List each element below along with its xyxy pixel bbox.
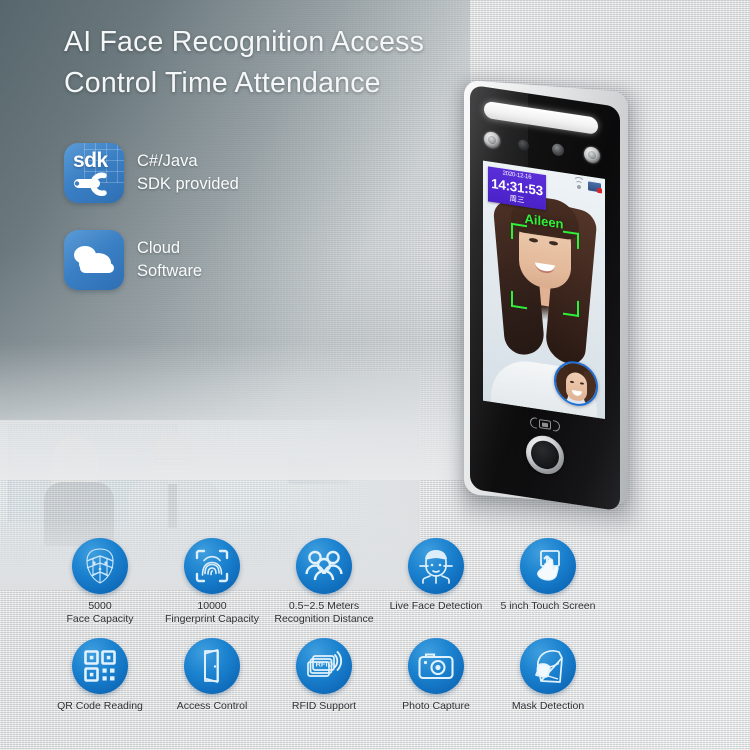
feature-name: Fingerprint Capacity	[165, 613, 259, 625]
feature-value: 0.5~2.5 Meters	[288, 600, 360, 612]
fingerprint-icon	[184, 538, 240, 594]
feature-label: Photo Capture	[380, 700, 492, 713]
feature-label: QR Code Reading	[44, 700, 156, 713]
qr-code-icon	[72, 638, 128, 694]
page-title: AI Face Recognition Access Control Time …	[64, 22, 494, 104]
face-recognition-terminal: 2020-12-16 14:31:53 周三 Aileen	[452, 72, 652, 532]
feature-label: 10000 Fingerprint Capacity	[156, 600, 268, 626]
feature-value: 5000	[88, 600, 112, 612]
device-front-panel: 2020-12-16 14:31:53 周三 Aileen	[470, 84, 620, 512]
product-banner: AI Face Recognition Access Control Time …	[0, 0, 750, 750]
feature-access-control: Access Control	[156, 638, 268, 713]
feature-name: Live Face Detection	[389, 600, 483, 612]
door-icon	[184, 638, 240, 694]
svg-text:RFID: RFID	[316, 660, 334, 669]
touch-screen-icon	[520, 538, 576, 594]
face-mesh-icon	[72, 538, 128, 594]
badge-sdk-line2: SDK provided	[137, 175, 239, 193]
feature-name: Mask Detection	[511, 700, 585, 712]
feature-name: Access Control	[176, 700, 248, 712]
feature-recognition-distance: 0.5~2.5 Meters Recognition Distance	[268, 538, 380, 626]
feature-label: Live Face Detection	[380, 600, 492, 613]
feature-name: Photo Capture	[402, 700, 470, 712]
live-face-icon	[408, 538, 464, 594]
badge-cloud-line2: Software	[137, 262, 203, 280]
camera-lens-left	[518, 138, 529, 152]
feature-label: Mask Detection	[492, 700, 604, 713]
feature-touch-screen: 5 inch Touch Screen	[492, 538, 604, 626]
feature-name: 5 inch Touch Screen	[500, 600, 596, 612]
feature-photo-capture: Photo Capture	[380, 638, 492, 713]
feature-label: 5000 Face Capacity	[44, 600, 156, 626]
badge-sdk-text: C#/Java SDK provided	[137, 150, 239, 196]
feature-mask-detection: Mask Detection	[492, 638, 604, 713]
feature-name: Recognition Distance	[274, 613, 374, 625]
face-mask-icon	[520, 638, 576, 694]
feature-grid: 5000 Face Capacity 10000 Fingerprint Cap…	[44, 538, 716, 713]
feature-name: RFID Support	[291, 700, 357, 712]
feature-label: 5 inch Touch Screen	[492, 600, 604, 613]
feature-label: 0.5~2.5 Meters Recognition Distance	[268, 600, 380, 626]
camera-lens-right	[552, 142, 564, 157]
badge-sdk: sdk C#/Java SDK provided	[64, 143, 239, 203]
badge-cloud-text: Cloud Software	[137, 237, 202, 283]
face-detection-box	[511, 222, 579, 318]
feature-live-face-detection: Live Face Detection	[380, 538, 492, 626]
rfid-reader-icon	[530, 416, 560, 434]
device-screen[interactable]: 2020-12-16 14:31:53 周三 Aileen	[483, 160, 605, 419]
camera-icon	[408, 638, 464, 694]
title-line-1: AI Face Recognition Access	[64, 26, 425, 58]
people-group-icon	[296, 538, 352, 594]
title-line-2: Control Time Attendance	[64, 67, 381, 99]
badge-cloud: Cloud Software	[64, 230, 202, 290]
badge-cloud-line1: Cloud	[137, 239, 181, 257]
feature-rfid-support: RFID RFID Support	[268, 638, 380, 713]
feature-value: 10000	[197, 600, 227, 612]
feature-label: RFID Support	[268, 700, 380, 713]
feature-fingerprint-capacity: 10000 Fingerprint Capacity	[156, 538, 268, 626]
cloud-icon	[64, 230, 124, 290]
badge-sdk-line1: C#/Java	[137, 152, 198, 170]
rfid-card-icon: RFID	[296, 638, 352, 694]
feature-qr-code-reading: QR Code Reading	[44, 638, 156, 713]
wifi-icon	[573, 176, 585, 190]
feature-row-2: QR Code Reading Access Control RFID RFID…	[44, 638, 716, 713]
feature-row-1: 5000 Face Capacity 10000 Fingerprint Cap…	[44, 538, 716, 626]
feature-label: Access Control	[156, 700, 268, 713]
device-chassis: 2020-12-16 14:31:53 周三 Aileen	[464, 79, 628, 512]
ir-sensor-right	[584, 145, 600, 165]
feature-face-capacity: 5000 Face Capacity	[44, 538, 156, 626]
sdk-icon: sdk	[64, 143, 124, 203]
ir-sensor-left	[484, 130, 500, 150]
network-icon	[588, 181, 601, 193]
feature-name: Face Capacity	[66, 613, 134, 625]
feature-name: QR Code Reading	[57, 700, 143, 712]
fingerprint-home-button[interactable]	[526, 433, 564, 477]
